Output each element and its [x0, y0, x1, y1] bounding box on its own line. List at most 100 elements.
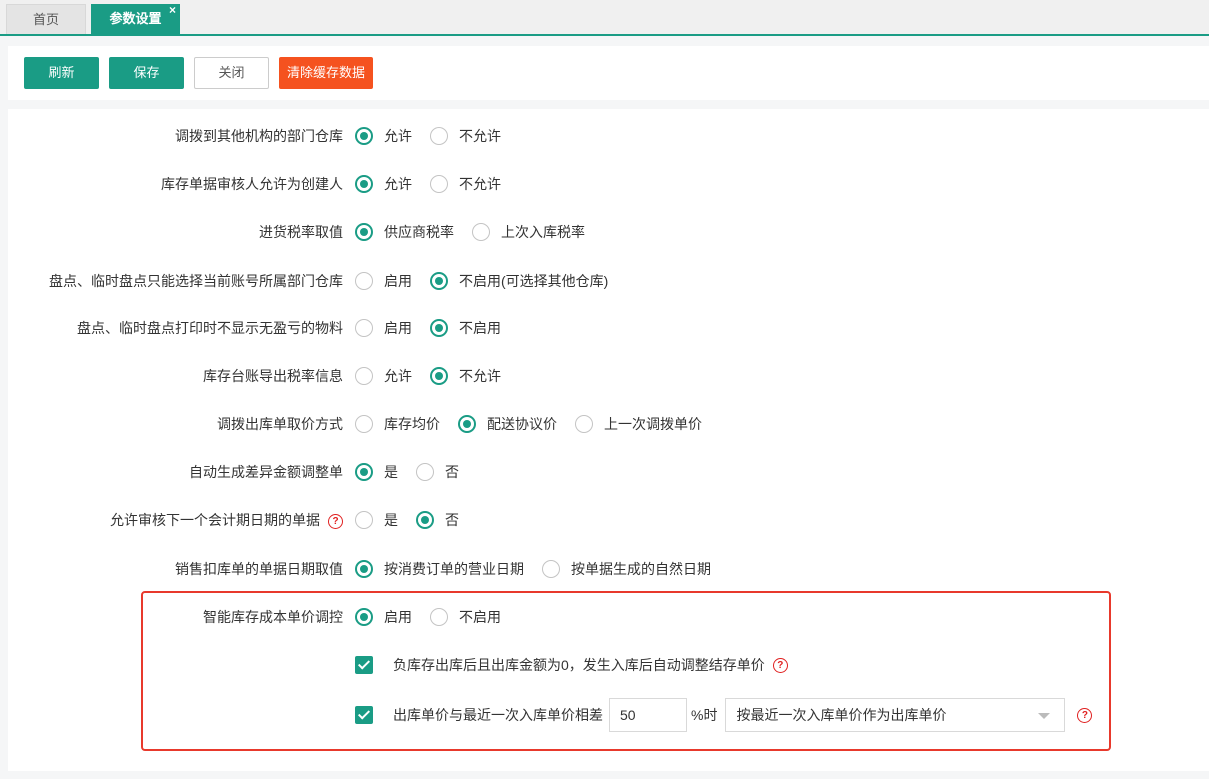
radio-option[interactable]: 库存均价	[355, 414, 440, 434]
radio-option-label: 上一次调拨单价	[604, 416, 702, 432]
setting-label-text: 盘点、临时盘点只能选择当前账号所属部门仓库	[49, 273, 343, 289]
radio-group: 供应商税率 上次入库税率	[355, 217, 603, 247]
setting-row: 允许审核下一个会计期日期的单据? 是否	[8, 505, 1209, 535]
close-icon[interactable]: ×	[169, 0, 176, 25]
toolbar: 刷新 保存 关闭 清除缓存数据	[8, 46, 1209, 100]
radio-option-label: 不启用	[459, 320, 501, 336]
radio-group: 是否	[355, 505, 477, 535]
setting-label-text: 盘点、临时盘点打印时不显示无盈亏的物料	[77, 320, 343, 336]
radio-option[interactable]: 否	[416, 510, 459, 530]
radio-unchecked-icon[interactable]	[430, 175, 448, 193]
deviation-percent-input[interactable]	[609, 698, 687, 732]
help-icon[interactable]: ?	[1077, 707, 1093, 723]
radio-unchecked-icon[interactable]	[355, 319, 373, 337]
radio-checked-icon[interactable]	[355, 127, 373, 145]
help-icon[interactable]: ?	[328, 513, 343, 529]
radio-option[interactable]: 允许	[355, 174, 412, 194]
radio-option[interactable]: 上次入库税率	[472, 222, 585, 242]
setting-label-text: 销售扣库单的单据日期取值	[175, 561, 343, 577]
radio-option-label: 配送协议价	[487, 416, 557, 432]
setting-label-text: 调拨到其他机构的部门仓库	[175, 128, 343, 144]
radio-option[interactable]: 启用	[355, 318, 412, 338]
radio-checked-icon[interactable]	[416, 511, 434, 529]
price-deviation-label: 出库单价与最近一次入库单价相差	[393, 707, 603, 723]
chevron-down-icon	[1038, 713, 1051, 719]
radio-option-label: 按消费订单的营业日期	[384, 561, 524, 577]
setting-label-text: 库存台账导出税率信息	[203, 368, 343, 384]
setting-label: 库存单据审核人允许为创建人	[161, 169, 343, 199]
radio-checked-icon[interactable]	[430, 319, 448, 337]
radio-group: 允许 不允许	[355, 169, 519, 199]
radio-checked-icon[interactable]	[355, 223, 373, 241]
clear-cache-button[interactable]: 清除缓存数据	[279, 57, 373, 89]
radio-option[interactable]: 允许	[355, 366, 412, 386]
radio-option[interactable]: 按消费订单的营业日期	[355, 559, 524, 579]
radio-option-label: 否	[445, 464, 459, 480]
radio-option[interactable]: 启用	[355, 271, 412, 291]
setting-label: 自动生成差异金额调整单	[189, 457, 343, 487]
radio-option[interactable]: 允许	[355, 126, 412, 146]
radio-option[interactable]: 上一次调拨单价	[575, 414, 702, 434]
help-icon[interactable]: ?	[772, 657, 788, 673]
radio-checked-icon[interactable]	[430, 272, 448, 290]
radio-option[interactable]: 不允许	[430, 366, 501, 386]
radio-group: 启用 不启用(可选择其他仓库)	[355, 266, 626, 296]
radio-option-label: 允许	[384, 176, 412, 192]
radio-option[interactable]: 否	[416, 462, 459, 482]
setting-row: 进货税率取值 供应商税率 上次入库税率	[8, 217, 1209, 247]
radio-group: 启用 不启用	[355, 313, 519, 343]
radio-checked-icon[interactable]	[355, 560, 373, 578]
setting-label-text: 调拨出库单取价方式	[217, 416, 343, 432]
radio-option-label: 不启用(可选择其他仓库)	[459, 273, 609, 289]
setting-row: 调拨出库单取价方式 库存均价 配送协议价 上一次调拨单价	[8, 409, 1209, 439]
radio-option-label: 供应商税率	[384, 224, 454, 240]
radio-checked-icon[interactable]	[458, 415, 476, 433]
radio-option[interactable]: 不允许	[430, 174, 501, 194]
tab-home[interactable]: 首页	[6, 4, 86, 34]
price-deviation-row: 出库单价与最近一次入库单价相差 %时 按最近一次入库单价作为出库单价 ?	[355, 697, 1093, 733]
radio-unchecked-icon[interactable]	[355, 367, 373, 385]
negative-stock-adjust-row: 负库存出库后且出库金额为0，发生入库后自动调整结存单价 ?	[355, 647, 788, 683]
radio-unchecked-icon[interactable]	[355, 511, 373, 529]
save-button[interactable]: 保存	[109, 57, 184, 89]
setting-row: 销售扣库单的单据日期取值 按消费订单的营业日期 按单据生成的自然日期	[8, 554, 1209, 584]
radio-option-label: 按单据生成的自然日期	[571, 561, 711, 577]
close-button[interactable]: 关闭	[194, 57, 269, 89]
tab-parameter-settings[interactable]: 参数设置 ×	[91, 3, 180, 34]
radio-unchecked-icon[interactable]	[355, 272, 373, 290]
setting-label: 调拨出库单取价方式	[217, 409, 343, 439]
radio-checked-icon[interactable]	[355, 463, 373, 481]
price-deviation-checkbox[interactable]	[355, 706, 373, 724]
radio-option[interactable]: 不启用	[430, 318, 501, 338]
radio-option[interactable]: 配送协议价	[458, 414, 557, 434]
radio-option[interactable]: 不启用(可选择其他仓库)	[430, 271, 608, 291]
setting-row: 盘点、临时盘点只能选择当前账号所属部门仓库 启用 不启用(可选择其他仓库)	[8, 266, 1209, 296]
radio-group: 按消费订单的营业日期 按单据生成的自然日期	[355, 554, 729, 584]
radio-option[interactable]: 供应商税率	[355, 222, 454, 242]
select-value: 按最近一次入库单价作为出库单价	[736, 707, 947, 723]
radio-option-label: 启用	[384, 273, 412, 289]
setting-label: 销售扣库单的单据日期取值	[175, 554, 343, 584]
radio-option[interactable]: 不允许	[430, 126, 501, 146]
radio-option-label: 允许	[384, 368, 412, 384]
radio-unchecked-icon[interactable]	[472, 223, 490, 241]
refresh-button[interactable]: 刷新	[24, 57, 99, 89]
radio-option[interactable]: 是	[355, 462, 398, 482]
radio-option-label: 否	[445, 512, 459, 528]
setting-label-text: 进货税率取值	[259, 224, 343, 240]
radio-unchecked-icon[interactable]	[575, 415, 593, 433]
radio-checked-icon[interactable]	[430, 367, 448, 385]
outbound-price-strategy-select[interactable]: 按最近一次入库单价作为出库单价	[725, 698, 1066, 732]
negative-stock-adjust-checkbox[interactable]	[355, 656, 373, 674]
radio-option[interactable]: 是	[355, 510, 398, 530]
setting-label: 盘点、临时盘点打印时不显示无盈亏的物料	[77, 313, 343, 343]
setting-row: 盘点、临时盘点打印时不显示无盈亏的物料 启用 不启用	[8, 313, 1209, 343]
radio-option-label: 不允许	[459, 368, 501, 384]
radio-unchecked-icon[interactable]	[355, 415, 373, 433]
radio-option[interactable]: 按单据生成的自然日期	[542, 559, 711, 579]
radio-unchecked-icon[interactable]	[430, 127, 448, 145]
radio-unchecked-icon[interactable]	[416, 463, 434, 481]
radio-unchecked-icon[interactable]	[542, 560, 560, 578]
radio-checked-icon[interactable]	[355, 175, 373, 193]
setting-label-text: 库存单据审核人允许为创建人	[161, 176, 343, 192]
